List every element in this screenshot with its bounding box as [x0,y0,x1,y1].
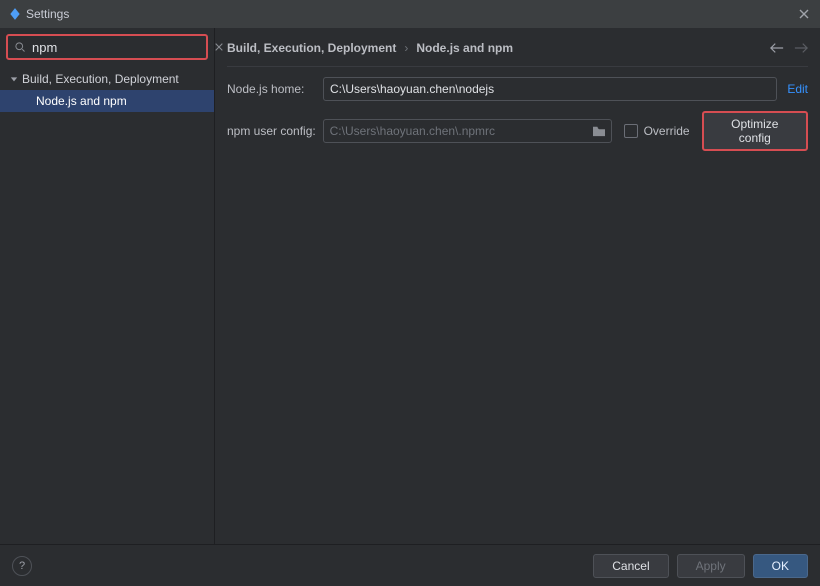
footer: ? Cancel Apply OK [0,544,820,586]
npm-user-config-label: npm user config: [227,124,323,138]
main-panel: Build, Execution, Deployment › Node.js a… [215,28,820,544]
npm-user-config-input[interactable] [323,119,612,143]
nodejs-home-label: Node.js home: [227,82,323,96]
folder-icon[interactable] [592,125,606,137]
nodejs-home-input[interactable] [323,77,777,101]
sidebar-item-label: Build, Execution, Deployment [22,72,179,86]
optimize-config-button[interactable]: Optimize config [702,111,808,151]
settings-tree: Build, Execution, Deployment Node.js and… [0,66,214,114]
titlebar: Settings [0,0,820,28]
override-checkbox[interactable]: Override [624,124,690,138]
clear-search-icon[interactable] [214,40,224,54]
sidebar-item-build-execution-deployment[interactable]: Build, Execution, Deployment [0,68,214,90]
help-button[interactable]: ? [12,556,32,576]
breadcrumb-group[interactable]: Build, Execution, Deployment [227,41,396,55]
breadcrumb-page: Node.js and npm [416,41,513,55]
sidebar: Build, Execution, Deployment Node.js and… [0,28,215,544]
sidebar-item-nodejs-and-npm[interactable]: Node.js and npm [0,90,214,112]
checkbox-box [624,124,638,138]
forward-button [794,42,808,54]
cancel-button[interactable]: Cancel [593,554,668,578]
search-icon [14,40,26,54]
sidebar-item-label: Node.js and npm [36,94,127,108]
ok-button[interactable]: OK [753,554,808,578]
search-field[interactable] [6,34,208,60]
chevron-down-icon [8,75,20,83]
app-logo-icon [8,7,22,21]
breadcrumb: Build, Execution, Deployment › Node.js a… [227,41,513,55]
search-input[interactable] [26,40,214,55]
breadcrumb-separator-icon: › [404,41,408,55]
window-title: Settings [26,7,69,21]
divider [227,66,808,67]
override-label: Override [644,124,690,138]
back-button[interactable] [770,42,784,54]
apply-button: Apply [677,554,745,578]
close-icon[interactable] [796,6,812,22]
edit-link[interactable]: Edit [787,82,808,96]
